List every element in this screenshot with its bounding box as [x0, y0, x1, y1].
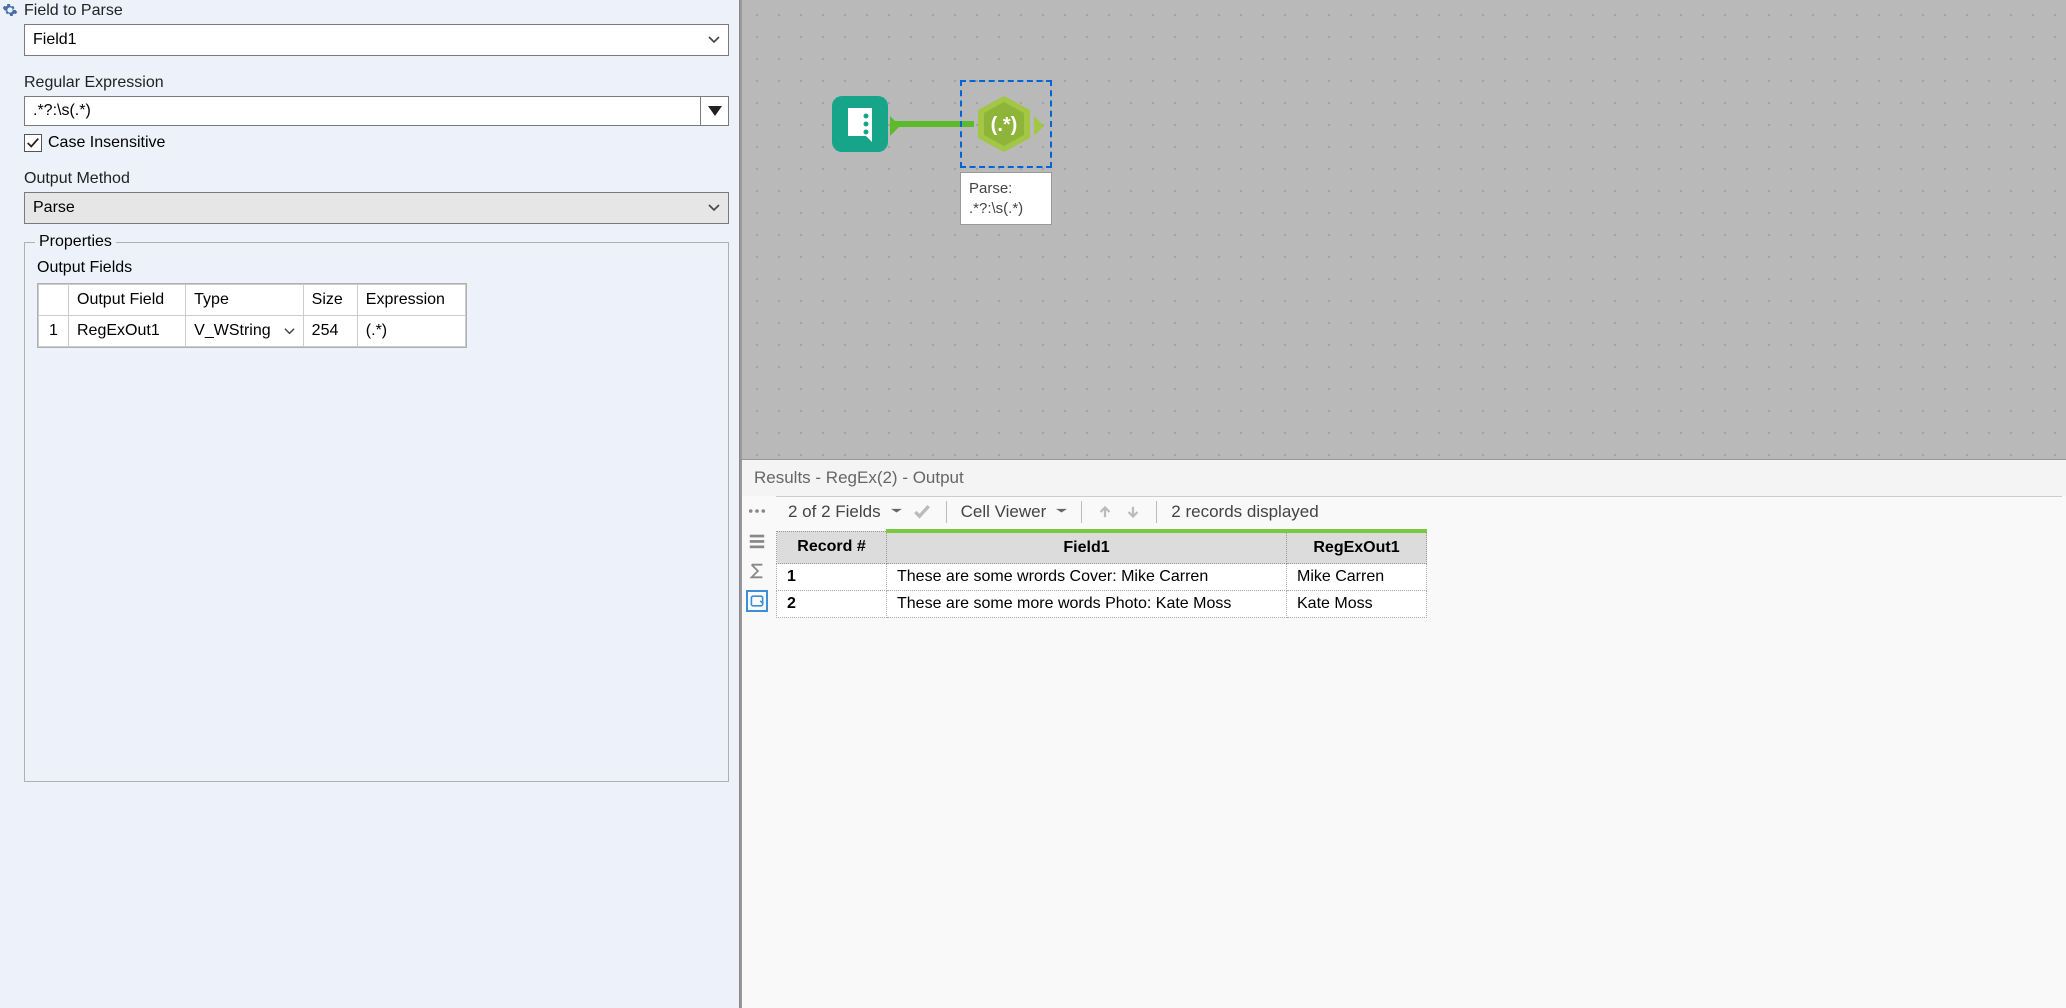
field1-cell: These are some more words Photo: Kate Mo…	[887, 591, 1287, 618]
output-method-value: Parse	[33, 199, 75, 217]
output-fields-table: Output Field Type Size Expression 1 RegE…	[37, 283, 467, 348]
table-row[interactable]: 2 These are some more words Photo: Kate …	[777, 591, 1427, 618]
regex-tool-node[interactable]: (.*)	[974, 94, 1034, 154]
fields-count[interactable]: 2 of 2 Fields	[788, 502, 881, 522]
results-table: Record # Field1 RegExOut1 1 These are so…	[776, 529, 1427, 618]
expression-header[interactable]: Expression	[357, 285, 465, 316]
chevron-down-icon[interactable]	[1056, 507, 1067, 518]
chevron-down-icon	[708, 34, 720, 46]
output-field-expression[interactable]: (.*)	[357, 316, 465, 347]
cell-viewer-label[interactable]: Cell Viewer	[961, 502, 1047, 522]
data-view-icon[interactable]	[746, 590, 768, 612]
triangle-down-icon	[708, 106, 722, 116]
output-method-select[interactable]: Parse	[24, 192, 729, 224]
properties-fieldset: Properties Output Fields Output Field Ty…	[24, 242, 729, 782]
node-connector[interactable]	[890, 121, 974, 127]
checkmark-icon[interactable]	[912, 502, 932, 522]
record-number: 1	[777, 564, 887, 591]
results-panel: Results - RegEx(2) - Output 2 of 2 Fi	[742, 460, 2066, 1008]
node-tooltip: Parse: .*?:\s(.*)	[960, 172, 1052, 225]
field-to-parse-value: Field1	[33, 31, 77, 49]
arrow-up-icon[interactable]	[1096, 503, 1114, 521]
output-field-row[interactable]: 1 RegExOut1 V_WString 254 (.*)	[39, 316, 466, 347]
list-view-icon[interactable]	[746, 530, 768, 552]
regexout-cell: Mike Carren	[1287, 564, 1427, 591]
dots-icon[interactable]	[746, 500, 768, 522]
output-fields-label: Output Fields	[37, 259, 716, 277]
record-number: 2	[777, 591, 887, 618]
field1-header[interactable]: Field1	[887, 531, 1287, 564]
properties-legend: Properties	[35, 233, 116, 251]
records-displayed: 2 records displayed	[1171, 502, 1318, 522]
record-header[interactable]: Record #	[777, 531, 887, 564]
results-sidebar	[742, 496, 772, 1008]
row-number: 1	[39, 316, 69, 347]
regexout-cell: Kate Moss	[1287, 591, 1427, 618]
output-method-label: Output Method	[24, 170, 729, 188]
field1-cell: These are some wrords Cover: Mike Carren	[887, 564, 1287, 591]
chevron-down-icon	[708, 202, 720, 214]
chevron-down-icon[interactable]	[891, 507, 902, 518]
separator	[946, 501, 947, 523]
table-row[interactable]: 1 These are some wrords Cover: Mike Carr…	[777, 564, 1427, 591]
workflow-canvas[interactable]: (.*) Parse: .*?:\s(.*)	[742, 0, 2066, 460]
output-field-header[interactable]: Output Field	[69, 285, 186, 316]
arrow-down-icon[interactable]	[1124, 503, 1142, 521]
size-header[interactable]: Size	[303, 285, 357, 316]
sigma-icon[interactable]	[746, 560, 768, 582]
results-toolbar: 2 of 2 Fields Cell Viewer 2 records disp…	[776, 496, 2062, 527]
separator	[1156, 501, 1157, 523]
field-to-parse-select[interactable]: Field1	[24, 24, 729, 56]
config-panel: Field to Parse Field1 Regular Expression…	[0, 0, 740, 1008]
regex-label: Regular Expression	[24, 74, 729, 92]
type-header[interactable]: Type	[186, 285, 304, 316]
results-title: Results - RegEx(2) - Output	[742, 460, 2066, 496]
output-field-type: V_WString	[194, 322, 270, 340]
regex-dropdown-button[interactable]	[701, 96, 729, 126]
right-panel: (.*) Parse: .*?:\s(.*) Results - RegEx(2…	[740, 0, 2066, 1008]
case-insensitive-checkbox[interactable]	[24, 134, 42, 152]
output-field-name[interactable]: RegExOut1	[69, 316, 186, 347]
output-field-size[interactable]: 254	[303, 316, 357, 347]
regex-input[interactable]	[24, 96, 701, 126]
output-field-type-cell[interactable]: V_WString	[186, 316, 304, 347]
row-num-header	[39, 285, 69, 316]
output-anchor-icon	[1034, 116, 1046, 136]
chevron-down-icon	[284, 326, 295, 337]
gear-icon	[2, 2, 18, 18]
tooltip-line1: Parse:	[969, 179, 1043, 199]
separator	[1081, 501, 1082, 523]
regexout-header[interactable]: RegExOut1	[1287, 531, 1427, 564]
input-data-node[interactable]	[830, 94, 890, 154]
case-insensitive-label: Case Insensitive	[48, 134, 165, 152]
tooltip-line2: .*?:\s(.*)	[969, 199, 1043, 219]
field-to-parse-label: Field to Parse	[24, 2, 729, 20]
svg-text:(.*): (.*)	[991, 114, 1018, 136]
